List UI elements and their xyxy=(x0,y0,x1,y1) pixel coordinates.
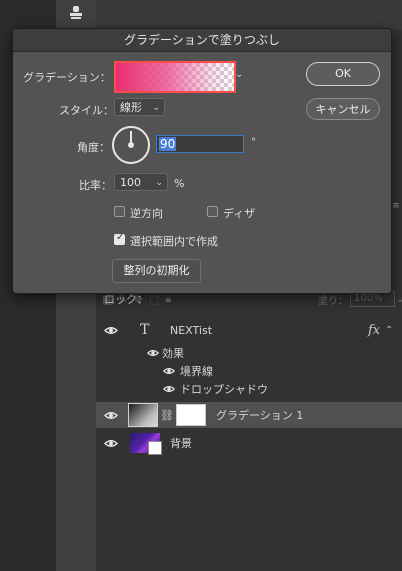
angle-input[interactable]: 90 xyxy=(156,135,244,153)
mask-thumbnail[interactable] xyxy=(176,404,206,426)
effects-label: 効果 xyxy=(162,347,184,360)
align-label: 選択範囲内で作成 xyxy=(130,235,218,248)
layer-row-text[interactable]: T NEXTist fx ⌃ xyxy=(96,320,402,340)
reverse-checkbox[interactable] xyxy=(114,206,125,217)
panel-header xyxy=(96,0,402,30)
scale-select[interactable]: 100 ⌄ xyxy=(114,173,168,191)
fx-icon[interactable]: fx xyxy=(368,323,380,338)
angle-center xyxy=(128,142,134,148)
lock-artboard-icon[interactable]: ⬚ xyxy=(149,293,159,306)
reset-alignment-button[interactable]: 整列の初期化 xyxy=(112,259,201,283)
style-value: 線形 xyxy=(120,101,142,114)
dither-checkbox[interactable] xyxy=(207,206,218,217)
gradient-preview[interactable] xyxy=(114,61,236,93)
visibility-eye-icon[interactable] xyxy=(104,438,118,448)
chevron-down-icon: ⌄ xyxy=(152,103,160,113)
dialog-title: グラデーションで塗りつぶし xyxy=(13,29,391,52)
angle-value: 90 xyxy=(159,137,177,151)
angle-dial[interactable] xyxy=(112,126,150,164)
layer-row-background[interactable]: 背景 xyxy=(96,430,402,456)
layer-row-gradient[interactable]: ⛓ グラデーション 1 xyxy=(96,402,402,428)
visibility-eye-icon[interactable] xyxy=(162,366,176,376)
text-layer-icon: T xyxy=(140,322,150,338)
dither-label: ディザ xyxy=(223,207,256,220)
stamp-icon[interactable] xyxy=(62,0,90,26)
layer-name: NEXTist xyxy=(170,323,213,337)
style-select[interactable]: 線形 ⌄ xyxy=(114,98,165,116)
effect-row-drop-shadow[interactable]: ドロップシャドウ xyxy=(96,380,402,398)
link-icon[interactable]: ⛓ xyxy=(160,409,174,422)
gradient-label: グラデーション： xyxy=(23,71,111,84)
chevron-down-icon[interactable]: ⌄ xyxy=(235,65,247,85)
smart-object-badge-icon xyxy=(148,441,162,455)
ok-button[interactable]: OK xyxy=(306,62,380,86)
scale-value: 100 xyxy=(120,176,141,189)
lock-all-icon[interactable]: 🔒︎ xyxy=(165,292,171,306)
chevron-down-icon[interactable]: ⌄ xyxy=(396,294,402,305)
chevron-up-icon[interactable]: ⌃ xyxy=(385,325,393,336)
visibility-eye-icon[interactable] xyxy=(104,325,118,335)
style-label: スタイル： xyxy=(59,104,114,117)
panel-menu-icon[interactable]: ≡ xyxy=(392,202,402,216)
align-checkbox[interactable] xyxy=(114,232,125,245)
chevron-down-icon: ⌄ xyxy=(155,178,163,188)
gradient-fill-dialog: グラデーションで塗りつぶし グラデーション： ⌄ スタイル： 線形 ⌄ 角度： … xyxy=(12,28,392,294)
effect-name: ドロップシャドウ xyxy=(180,383,268,396)
cancel-button[interactable]: キャンセル xyxy=(306,98,380,120)
effect-name: 境界線 xyxy=(180,365,213,378)
scale-label: 比率： xyxy=(79,179,112,192)
visibility-eye-icon[interactable] xyxy=(104,410,118,420)
angle-label: 角度： xyxy=(77,141,110,154)
degree-unit: ° xyxy=(251,137,256,148)
effects-group-row[interactable]: 効果 xyxy=(96,344,402,362)
percent-unit: % xyxy=(174,177,185,190)
reverse-label: 逆方向 xyxy=(130,207,163,220)
effect-row-stroke[interactable]: 境界線 xyxy=(96,362,402,380)
layer-name: 背景 xyxy=(170,437,192,450)
layer-name: グラデーション 1 xyxy=(216,409,304,422)
visibility-eye-icon[interactable] xyxy=(162,384,176,394)
visibility-eye-icon[interactable] xyxy=(146,348,160,358)
gradient-thumbnail[interactable] xyxy=(128,403,158,427)
